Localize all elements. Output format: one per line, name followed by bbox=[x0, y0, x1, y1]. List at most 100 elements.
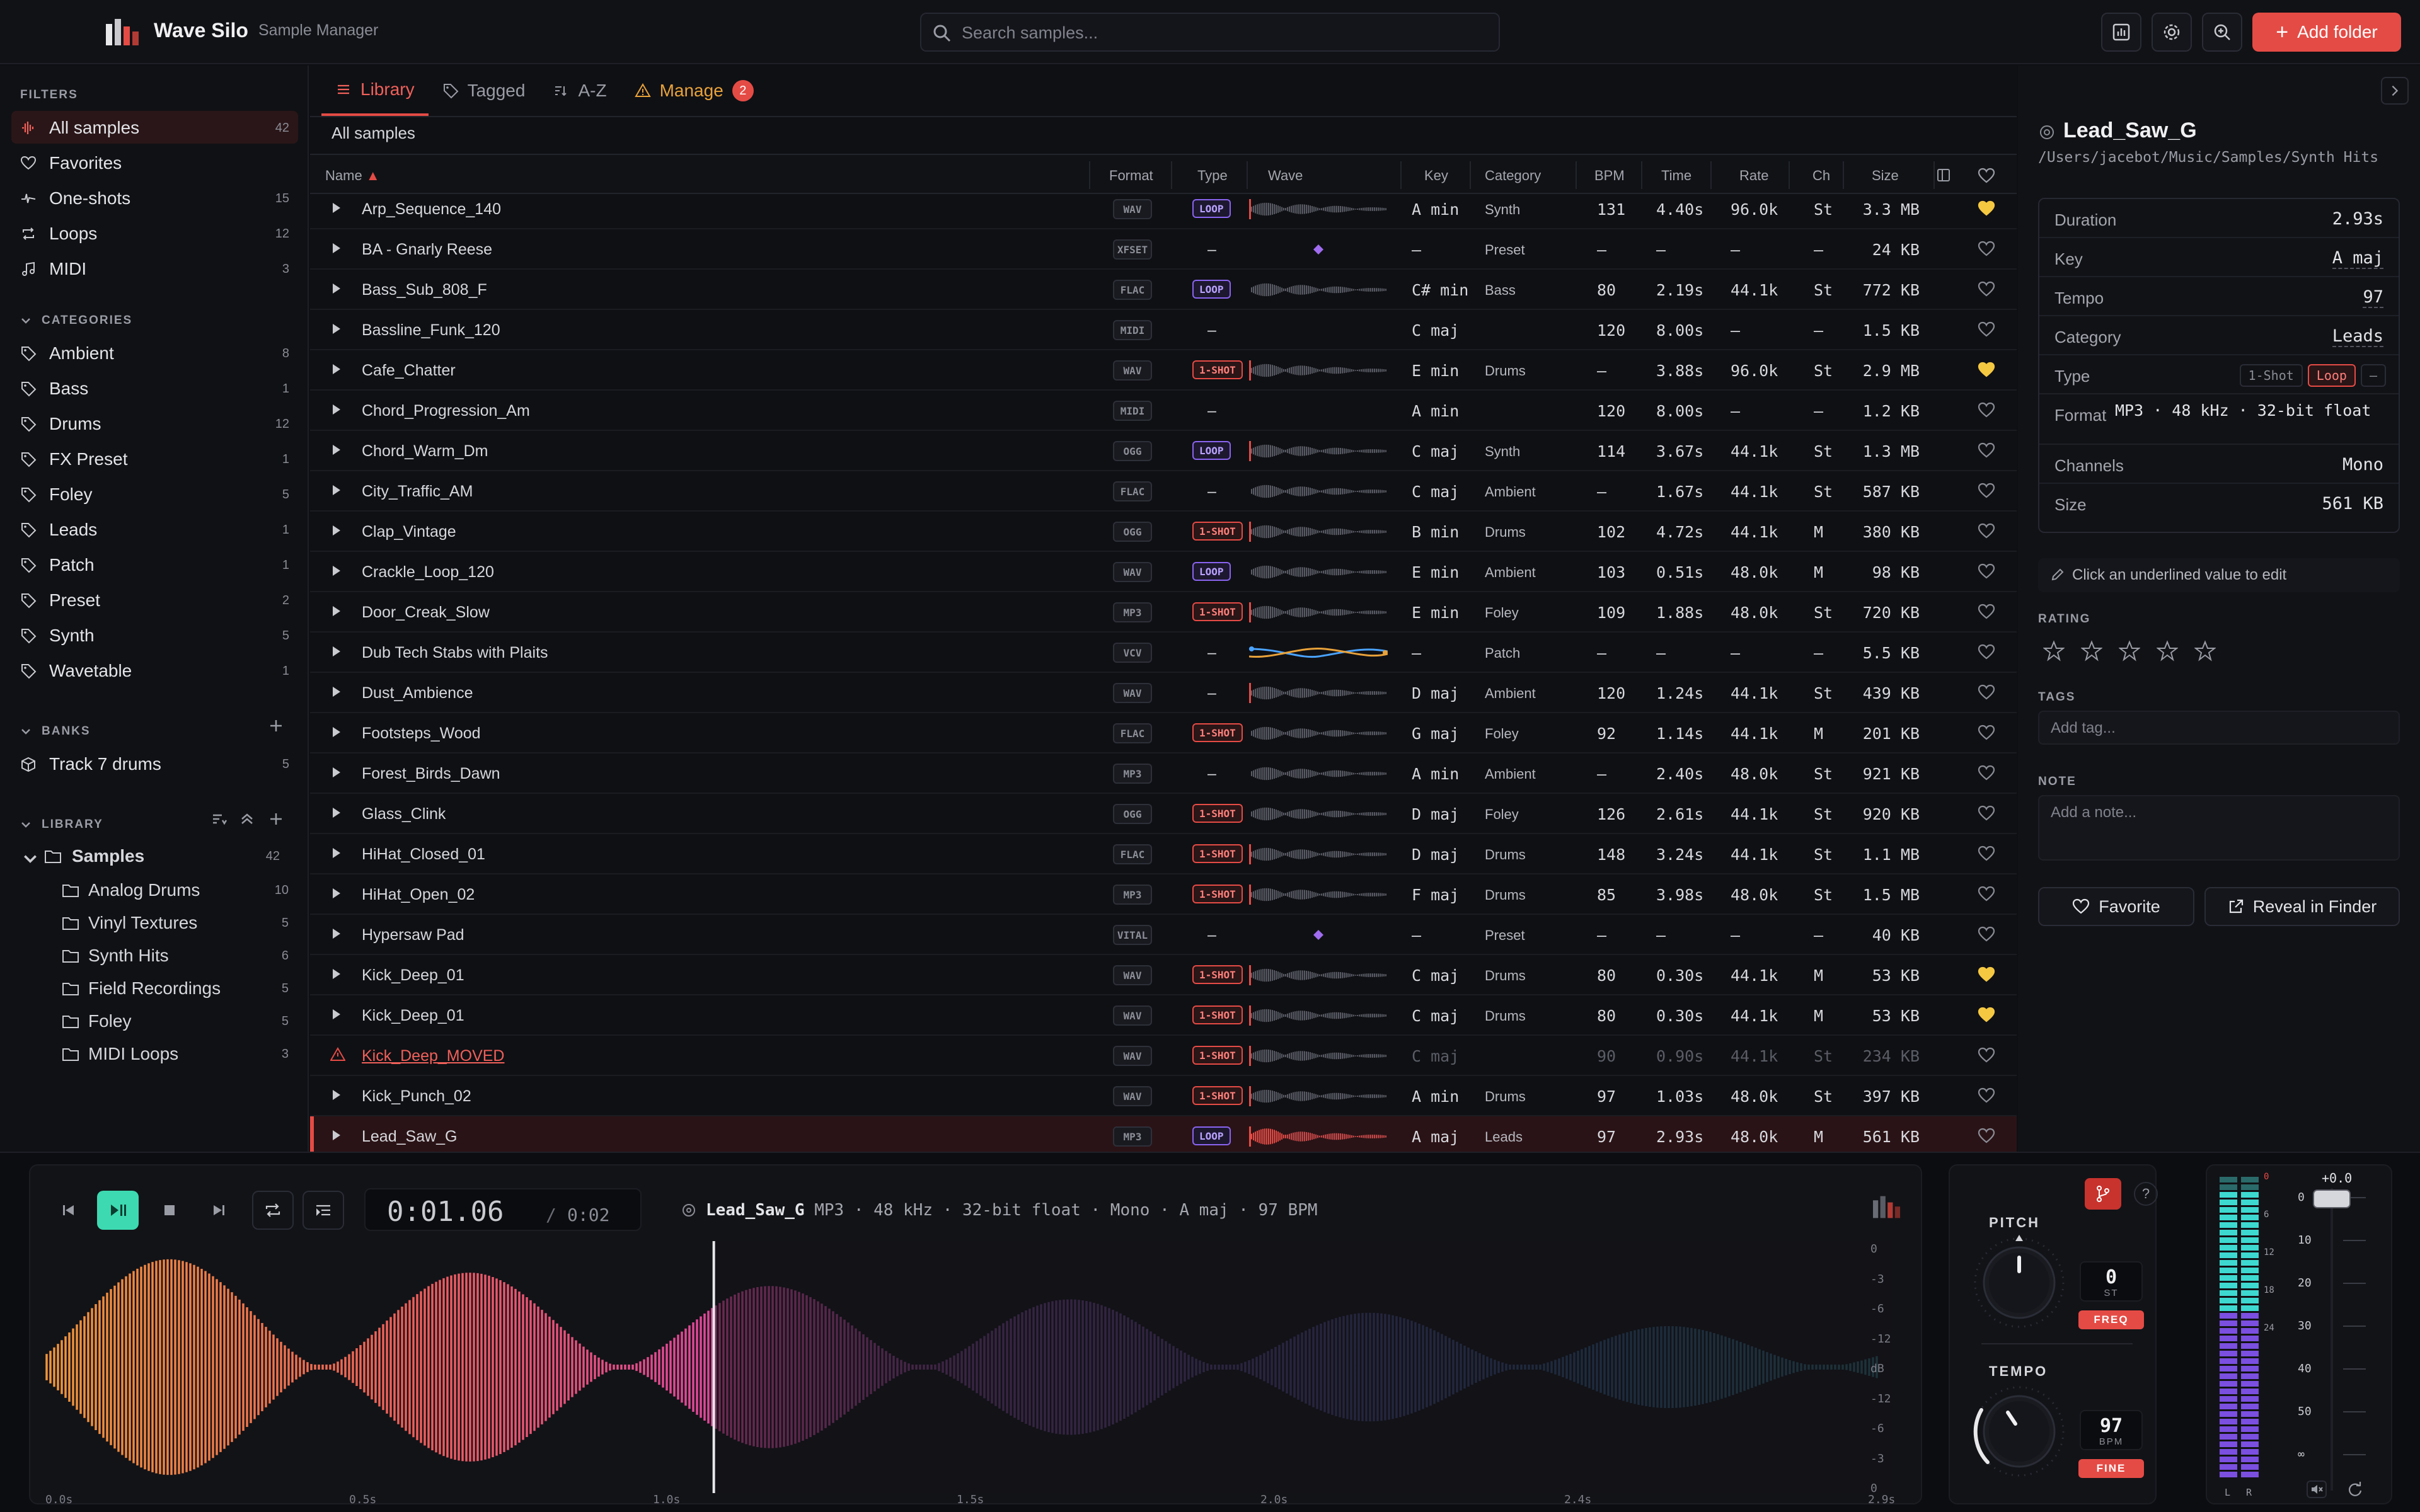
table-row[interactable]: HiHat_Open_02 MP3 1-SHOT F maj Drums 85 3.98s 4… bbox=[310, 874, 2017, 915]
favorite-heart-icon[interactable] bbox=[1978, 442, 1995, 459]
search-box[interactable] bbox=[920, 13, 1500, 52]
type-option[interactable]: – bbox=[2360, 364, 2386, 387]
loop-toggle[interactable] bbox=[252, 1191, 294, 1230]
favorite-heart-icon[interactable] bbox=[1978, 684, 1995, 701]
col-wave[interactable]: Wave bbox=[1268, 168, 1303, 184]
gain-fader-handle[interactable] bbox=[2314, 1191, 2349, 1207]
table-row[interactable]: BA - Gnarly Reese XFSET – – Preset – – – – 24 KB bbox=[310, 229, 2017, 270]
star-icon[interactable] bbox=[2156, 640, 2179, 665]
table-row[interactable]: Kick_Deep_01 WAV 1-SHOT C maj Drums 80 0.30s 44… bbox=[310, 955, 2017, 995]
category-fx-preset[interactable]: FX Preset 1 bbox=[11, 442, 298, 475]
skip-back-button[interactable] bbox=[48, 1191, 89, 1230]
category-wavetable[interactable]: Wavetable 1 bbox=[11, 654, 298, 687]
table-row[interactable]: Glass_Clink OGG 1-SHOT D maj Foley 126 2.61s 44… bbox=[310, 794, 2017, 834]
expand-row-icon[interactable] bbox=[333, 848, 340, 858]
star-icon[interactable] bbox=[2080, 640, 2103, 665]
mini-waveform[interactable] bbox=[1249, 640, 1388, 665]
chevron-down-icon[interactable] bbox=[20, 726, 32, 737]
settings-button[interactable] bbox=[2152, 13, 2192, 52]
tempo-knob[interactable] bbox=[1969, 1381, 2070, 1482]
heart-column-icon[interactable] bbox=[1978, 168, 1995, 184]
bank-item[interactable]: Track 7 drums 5 bbox=[11, 747, 298, 780]
mini-waveform[interactable] bbox=[1249, 438, 1388, 464]
expand-row-icon[interactable] bbox=[333, 767, 340, 777]
library-folder[interactable]: Analog Drums 10 bbox=[62, 874, 289, 906]
table-row[interactable]: Arp_Sequence_140 WAV LOOP A min Synth 131 4.40… bbox=[310, 194, 2017, 229]
tag-input[interactable] bbox=[2051, 719, 2385, 737]
stop-button[interactable] bbox=[149, 1191, 190, 1230]
star-icon[interactable] bbox=[2043, 640, 2065, 665]
tab-manage[interactable]: Manage 2 bbox=[621, 66, 768, 116]
expand-row-icon[interactable] bbox=[333, 727, 340, 737]
col-size[interactable]: Size bbox=[1872, 168, 1899, 184]
category-foley[interactable]: Foley 5 bbox=[11, 478, 298, 510]
filter-midi[interactable]: MIDI 3 bbox=[11, 252, 298, 285]
branch-button[interactable] bbox=[2085, 1178, 2121, 1210]
waveform-display[interactable] bbox=[45, 1241, 1892, 1493]
freq-button[interactable]: FREQ bbox=[2078, 1310, 2144, 1329]
table-row[interactable]: Bass_Sub_808_F FLAC LOOP C# min Bass 80 2.19s 4… bbox=[310, 270, 2017, 310]
column-divider[interactable] bbox=[1710, 161, 1712, 189]
favorite-heart-icon[interactable] bbox=[1978, 886, 1995, 902]
expand-row-icon[interactable] bbox=[333, 404, 340, 415]
library-folder[interactable]: MIDI Loops 3 bbox=[62, 1038, 289, 1070]
reset-icon[interactable] bbox=[2346, 1480, 2365, 1498]
mini-waveform[interactable] bbox=[1249, 882, 1388, 907]
mini-waveform[interactable] bbox=[1249, 277, 1388, 302]
add-bank-icon[interactable] bbox=[267, 717, 285, 735]
expand-row-icon[interactable] bbox=[333, 284, 340, 294]
table-row[interactable]: Kick_Punch_02 WAV 1-SHOT A min Drums 97 1.03s 4… bbox=[310, 1076, 2017, 1116]
favorite-heart-icon[interactable] bbox=[1978, 724, 1995, 741]
detail-value[interactable]: Leads bbox=[2332, 326, 2383, 347]
mini-waveform[interactable] bbox=[1249, 1003, 1388, 1028]
collapse-panel-icon[interactable] bbox=[2381, 77, 2409, 105]
category-ambient[interactable]: Ambient 8 bbox=[11, 336, 298, 369]
column-divider[interactable] bbox=[1576, 161, 1577, 189]
col-key[interactable]: Key bbox=[1424, 168, 1448, 184]
category-preset[interactable]: Preset 2 bbox=[11, 583, 298, 616]
filter-one-shots[interactable]: One-shots 15 bbox=[11, 181, 298, 214]
columns-config-icon[interactable] bbox=[1935, 166, 1952, 184]
expand-row-icon[interactable] bbox=[333, 969, 340, 979]
library-root-samples[interactable]: Samples 42 bbox=[21, 840, 280, 872]
mini-waveform[interactable] bbox=[1249, 398, 1388, 423]
category-drums[interactable]: Drums 12 bbox=[11, 407, 298, 440]
star-icon[interactable] bbox=[2118, 640, 2141, 665]
col-category[interactable]: Category bbox=[1485, 168, 1541, 184]
library-folder[interactable]: Vinyl Textures 5 bbox=[62, 907, 289, 939]
filter-all-samples[interactable]: All samples 42 bbox=[11, 111, 298, 144]
tab-az[interactable]: A-Z bbox=[539, 66, 620, 116]
table-row[interactable]: Forest_Birds_Dawn MP3 – A min Ambient – 2.40s 4… bbox=[310, 753, 2017, 794]
expand-row-icon[interactable] bbox=[333, 1130, 340, 1140]
expand-row-icon[interactable] bbox=[333, 445, 340, 455]
expand-row-icon[interactable] bbox=[333, 1090, 340, 1100]
favorite-heart-icon[interactable] bbox=[1978, 926, 1995, 942]
mini-waveform[interactable] bbox=[1249, 1124, 1388, 1149]
favorite-heart-icon[interactable] bbox=[1978, 1047, 1995, 1063]
table-row[interactable]: Clap_Vintage OGG 1-SHOT B min Drums 102 4.72s 4… bbox=[310, 512, 2017, 552]
col-name[interactable]: Name ▲ bbox=[325, 168, 380, 184]
favorite-heart-icon[interactable] bbox=[1978, 805, 1995, 822]
table-row[interactable]: Door_Creak_Slow MP3 1-SHOT E min Foley 109 1.8… bbox=[310, 592, 2017, 633]
table-row[interactable]: Kick_Deep_01 WAV 1-SHOT C maj Drums 80 0.30s 44… bbox=[310, 995, 2017, 1036]
mini-waveform[interactable] bbox=[1249, 197, 1388, 222]
play-pause-button[interactable] bbox=[97, 1191, 139, 1230]
filter-loops[interactable]: Loops 12 bbox=[11, 217, 298, 249]
column-divider[interactable] bbox=[1641, 161, 1642, 189]
table-row[interactable]: Crackle_Loop_120 WAV LOOP E min Ambient 103 0.… bbox=[310, 552, 2017, 592]
table-row[interactable]: Dub Tech Stabs with Plaits VCV – – Patch – – – –… bbox=[310, 633, 2017, 673]
mini-waveform[interactable] bbox=[1249, 358, 1388, 383]
table-row[interactable]: Chord_Progression_Am MIDI – A min 120 8.00s – –… bbox=[310, 391, 2017, 431]
mini-waveform[interactable] bbox=[1249, 801, 1388, 827]
column-divider[interactable] bbox=[1089, 161, 1090, 189]
mini-waveform[interactable] bbox=[1249, 842, 1388, 867]
mini-waveform[interactable] bbox=[1249, 1084, 1388, 1109]
expand-row-icon[interactable] bbox=[333, 808, 340, 818]
favorite-heart-icon[interactable] bbox=[1978, 604, 1995, 620]
column-divider[interactable] bbox=[1470, 161, 1471, 189]
tag-field[interactable] bbox=[2038, 711, 2400, 745]
table-row[interactable]: City_Traffic_AM FLAC – C maj Ambient – 1.67s 44… bbox=[310, 471, 2017, 512]
tab-library[interactable]: Library bbox=[321, 66, 429, 116]
pitch-knob[interactable] bbox=[1969, 1232, 2070, 1333]
favorite-heart-icon[interactable] bbox=[1978, 483, 1995, 499]
